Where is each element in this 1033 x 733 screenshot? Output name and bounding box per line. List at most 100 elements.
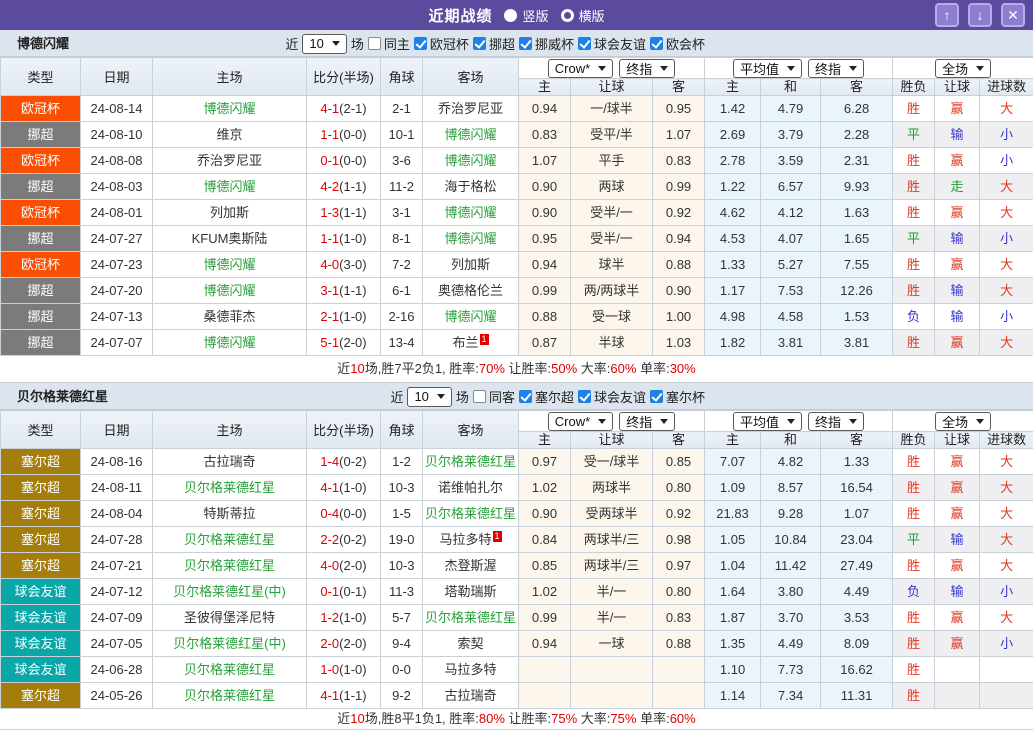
odds-company-select[interactable]: Crow* (548, 412, 613, 431)
result-outcome: 负 (893, 579, 935, 605)
layout-radio-horizontal[interactable]: 横版 (561, 6, 605, 25)
away-team-cell: 杰登斯渥 (423, 553, 519, 579)
handicap-home-odds: 0.99 (519, 605, 571, 631)
team-name: 贝尔格莱德红星 (17, 383, 108, 410)
europe-home-odds: 4.98 (705, 304, 761, 330)
corner-cell: 7-2 (381, 252, 423, 278)
recent-count-select[interactable]: 10 (302, 34, 346, 54)
home-team-name: KFUM奥斯陆 (192, 231, 268, 246)
scope-select[interactable]: 全场 (935, 412, 991, 431)
same-venue-checkbox[interactable]: 同主 (368, 34, 410, 53)
europe-away-odds: 4.49 (821, 579, 893, 605)
handicap-line: 受一/球半 (571, 449, 653, 475)
scope-value: 全场 (942, 412, 968, 431)
result-outcome: 胜 (893, 148, 935, 174)
home-team-cell: 古拉瑞奇 (153, 449, 307, 475)
match-date: 24-08-08 (81, 148, 153, 174)
match-row: 塞尔超24-08-16古拉瑞奇1-4(0-2)1-2贝尔格莱德红星0.97受一/… (1, 449, 1033, 475)
europe-draw-odds: 8.57 (761, 475, 821, 501)
match-row: 挪超24-08-03博德闪耀4-2(1-1)11-2海于格松0.90两球0.99… (1, 174, 1033, 200)
scope-select[interactable]: 全场 (935, 59, 991, 78)
col-header-home: 主场 (153, 58, 307, 96)
league-badge: 挪超 (1, 174, 81, 200)
away-team-cell: 马拉多特1 (423, 527, 519, 553)
checkbox-checked-icon (519, 390, 532, 403)
europe-draw-odds: 3.59 (761, 148, 821, 174)
match-date: 24-08-14 (81, 96, 153, 122)
league-filter-checkbox[interactable]: 挪超 (473, 34, 515, 53)
close-button[interactable]: ✕ (1001, 3, 1025, 27)
europe-away-odds: 1.63 (821, 200, 893, 226)
league-badge: 挪超 (1, 278, 81, 304)
home-team-cell: 博德闪耀 (153, 252, 307, 278)
match-date: 24-07-20 (81, 278, 153, 304)
col-header-score: 比分(半场) (307, 58, 381, 96)
league-filter-checkbox[interactable]: 挪威杯 (519, 34, 574, 53)
away-team-name: 博德闪耀 (444, 127, 496, 142)
half-time-score: (0-0) (339, 153, 366, 168)
league-badge: 塞尔超 (1, 527, 81, 553)
corner-cell: 5-7 (381, 605, 423, 631)
home-team-name: 博德闪耀 (203, 101, 255, 116)
europe-away-odds: 11.31 (821, 683, 893, 709)
scroll-up-button[interactable]: ↑ (935, 3, 959, 27)
odds-company-select[interactable]: Crow* (548, 59, 613, 78)
same-venue-checkbox[interactable]: 同客 (473, 387, 515, 406)
home-team-cell: 贝尔格莱德红星(中) (153, 579, 307, 605)
handicap-away-odds: 0.85 (653, 449, 705, 475)
league-filter-checkbox[interactable]: 塞尔杯 (650, 387, 705, 406)
layout-radio-vertical[interactable]: 竖版 (504, 6, 548, 25)
half-time-score: (1-0) (339, 610, 366, 625)
subcol-europe-away: 客 (821, 79, 893, 96)
avg-type-select[interactable]: 平均值 (733, 59, 802, 78)
odds-stage-select[interactable]: 终指 (619, 412, 675, 431)
league-badge: 球会友谊 (1, 605, 81, 631)
handicap-line: 两球半/三 (571, 527, 653, 553)
half-time-score: (2-0) (339, 636, 366, 651)
full-time-score: 2-1 (320, 309, 339, 324)
results-table: 类型 日期 主场 比分(半场) 角球 客场 Crow* 终指 平均值 (0, 57, 1033, 356)
away-team-name: 博德闪耀 (444, 205, 496, 220)
avg-type-select[interactable]: 平均值 (733, 412, 802, 431)
near-label: 近 (390, 387, 403, 406)
avg-type-value: 平均值 (740, 412, 779, 431)
europe-home-odds: 2.69 (705, 122, 761, 148)
away-team-name: 布兰 (452, 335, 478, 350)
result-outcome: 胜 (893, 330, 935, 356)
scroll-down-button[interactable]: ↓ (968, 3, 992, 27)
avg-stage-select[interactable]: 终指 (808, 412, 864, 431)
corner-cell: 6-1 (381, 278, 423, 304)
away-team-cell: 古拉瑞奇 (423, 683, 519, 709)
chevron-down-icon (787, 66, 795, 71)
europe-home-odds: 1.05 (705, 527, 761, 553)
league-filter-checkbox[interactable]: 塞尔超 (519, 387, 574, 406)
europe-away-odds: 1.33 (821, 449, 893, 475)
recent-count-value: 10 (414, 389, 428, 404)
result-goals: 小 (980, 579, 1033, 605)
home-team-cell: 贝尔格莱德红星 (153, 475, 307, 501)
league-filter-checkbox[interactable]: 欧会杯 (650, 34, 705, 53)
league-badge: 欧冠杯 (1, 96, 81, 122)
recent-count-select[interactable]: 10 (407, 387, 451, 407)
odds-stage-select[interactable]: 终指 (619, 59, 675, 78)
full-time-score: 4-0 (320, 257, 339, 272)
col-header-type: 类型 (1, 411, 81, 449)
league-filter-checkbox[interactable]: 球会友谊 (578, 34, 646, 53)
chevron-down-icon (598, 419, 606, 424)
away-team-name: 博德闪耀 (444, 309, 496, 324)
home-team-cell: 博德闪耀 (153, 96, 307, 122)
avg-stage-select[interactable]: 终指 (808, 59, 864, 78)
result-goals: 大 (980, 527, 1033, 553)
summary-text: 近 (337, 711, 350, 726)
result-outcome: 平 (893, 122, 935, 148)
handicap-line: 受两球半 (571, 501, 653, 527)
games-label: 场 (351, 34, 364, 53)
league-filter-checkbox[interactable]: 欧冠杯 (414, 34, 469, 53)
col-header-type: 类型 (1, 58, 81, 96)
avg-stage-value: 终指 (815, 412, 841, 431)
radio-unselected-icon (561, 9, 574, 22)
full-time-score: 1-3 (320, 205, 339, 220)
europe-draw-odds: 7.73 (761, 657, 821, 683)
league-filter-checkbox[interactable]: 球会友谊 (578, 387, 646, 406)
home-team-cell: 贝尔格莱德红星 (153, 657, 307, 683)
